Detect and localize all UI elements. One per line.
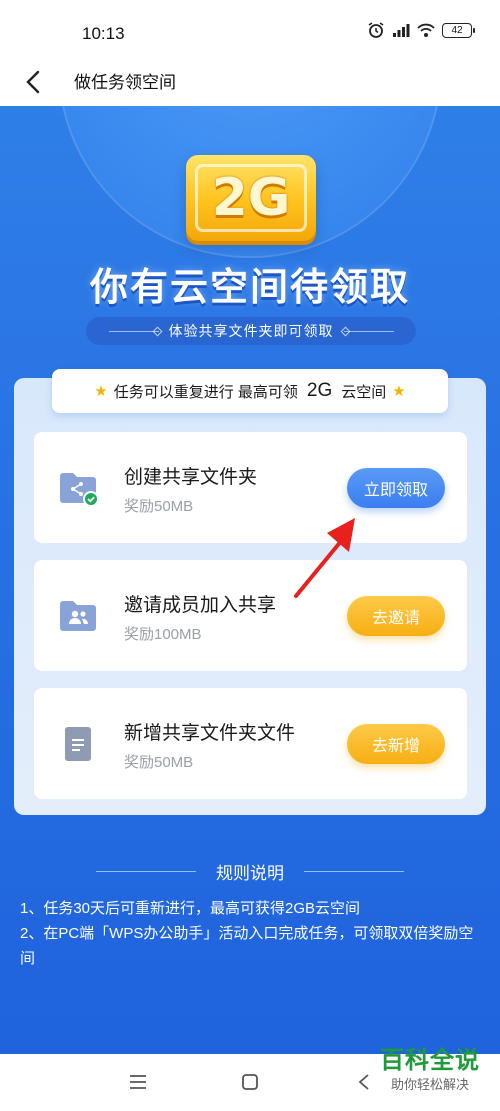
- task-title: 创建共享文件夹: [124, 467, 258, 488]
- status-bar: 10:13 42: [0, 0, 500, 58]
- task-title: 新增共享文件夹文件: [124, 723, 296, 744]
- task-reward: 奖励100MB: [124, 626, 202, 643]
- star-icon: ★: [94, 383, 108, 400]
- watermark-subtitle: 助你轻松解决: [390, 1077, 469, 1092]
- home-button[interactable]: [238, 1070, 262, 1094]
- rule-item: 1、任务30天后可重新进行，最高可获得2GB云空间: [20, 900, 361, 917]
- document-icon: [65, 727, 91, 761]
- rule-item: 2、在PC端「WPS办公助手」活动入口完成任务，可领取双倍奖励空间: [20, 925, 474, 967]
- star-icon: ★: [392, 383, 406, 400]
- menu-icon: [130, 1075, 146, 1089]
- back-button[interactable]: [16, 64, 50, 100]
- shared-folder-done-icon: [60, 473, 98, 506]
- add-files-button[interactable]: 去新增: [347, 724, 445, 764]
- hero-subtitle-pill: 体验共享文件夹即可领取: [86, 317, 416, 345]
- task-card-create-folder: 创建共享文件夹 奖励50MB 立即领取: [34, 432, 467, 543]
- watermark-title: 百科全说: [380, 1047, 480, 1074]
- rules-divider-right: [304, 871, 404, 872]
- page-title: 做任务领空间: [74, 73, 176, 92]
- badge-text: 2G: [195, 164, 307, 232]
- tip-prefix: 任务可以重复进行 最高可领: [113, 383, 298, 401]
- status-icons: 42: [367, 22, 475, 38]
- battery-level: 42: [451, 24, 463, 36]
- task-reward: 奖励50MB: [124, 754, 194, 771]
- home-square-icon: [242, 1074, 258, 1090]
- rules-divider-left: [96, 871, 196, 872]
- wifi-icon: [417, 23, 435, 37]
- alarm-icon: [368, 22, 384, 38]
- storage-badge: 2G: [186, 155, 316, 241]
- hero-title: 你有云空间待领取: [89, 267, 410, 309]
- hero-section: 2G 你有云空间待领取 体验共享文件夹即可领取 ★ 任务可以重复进行 最高可领 …: [0, 106, 500, 1054]
- task-title: 邀请成员加入共享: [124, 595, 277, 616]
- status-time: 10:13: [82, 24, 125, 43]
- task-card-invite-members: 邀请成员加入共享 奖励100MB 去邀请: [34, 560, 467, 671]
- claim-now-button[interactable]: 立即领取: [347, 468, 445, 508]
- divider-left: [108, 330, 159, 332]
- rules-header: 规则说明: [0, 859, 500, 884]
- watermark: 百科全说 助你轻松解决: [370, 1046, 490, 1111]
- task-reward: 奖励50MB: [124, 498, 194, 515]
- top-navigation: 做任务领空间: [0, 58, 500, 106]
- battery-indicator: 42: [442, 22, 475, 38]
- tip-banner: ★ 任务可以重复进行 最高可领 2G 云空间 ★: [52, 369, 448, 413]
- members-folder-icon: [60, 601, 96, 631]
- tip-suffix: 云空间: [341, 383, 387, 401]
- invite-button[interactable]: 去邀请: [347, 596, 445, 636]
- signal-icon: [393, 24, 410, 37]
- chevron-left-icon: [26, 70, 40, 94]
- menu-button[interactable]: [126, 1070, 150, 1094]
- back-triangle-icon: [358, 1074, 369, 1090]
- divider-right: [343, 330, 394, 332]
- task-card-add-files: 新增共享文件夹文件 奖励50MB 去新增: [34, 688, 467, 799]
- tip-highlight: 2G: [306, 380, 333, 401]
- rules-title: 规则说明: [216, 864, 284, 883]
- hero-subtitle: 体验共享文件夹即可领取: [168, 323, 334, 339]
